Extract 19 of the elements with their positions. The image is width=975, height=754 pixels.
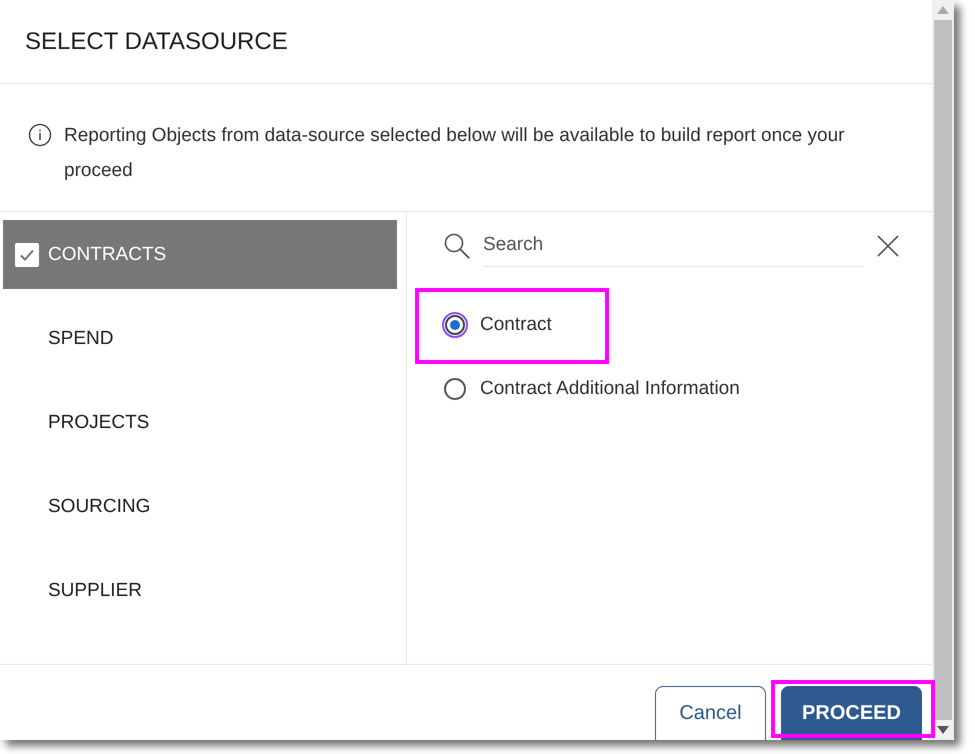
close-icon[interactable] [876,234,900,258]
search-icon [443,232,471,260]
radio-button[interactable] [442,376,468,402]
scrollbar[interactable] [932,0,954,740]
radio-button[interactable] [442,312,468,338]
datasource-item[interactable]: SOURCING [3,472,397,541]
option-label: Contract Additional Information [480,378,740,400]
dialog-title: SELECT DATASOURCE [25,28,288,56]
checkbox-icon [15,242,39,266]
info-text: Reporting Objects from data-source selected below will be available to build report once your proceed [64,124,846,183]
datasource-item[interactable]: SUPPLIER [3,556,397,625]
cancel-button[interactable]: Cancel [655,686,766,740]
option-label: Contract [480,314,552,336]
datasource-item[interactable]: CONTRACTS [3,220,397,289]
datasource-item[interactable]: SPEND [3,304,397,373]
info-icon [28,123,52,147]
datasource-item[interactable]: PROJECTS [3,388,397,457]
scroll-down-icon[interactable] [937,726,949,734]
proceed-button[interactable]: PROCEED [781,686,922,740]
